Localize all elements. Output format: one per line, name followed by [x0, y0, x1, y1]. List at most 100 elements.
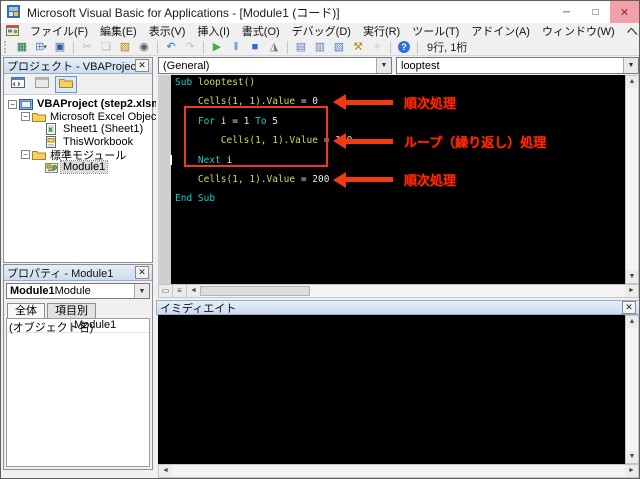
- tree-item-vbaproject[interactable]: − VBAProject (step2.xlsm): [4, 98, 165, 111]
- properties-panel-close-icon[interactable]: ✕: [135, 266, 149, 279]
- scroll-left-icon[interactable]: [159, 465, 172, 477]
- maximize-button[interactable]: □: [581, 1, 610, 23]
- collapse-expander-icon[interactable]: −: [21, 150, 30, 160]
- properties-panel: プロパティ - Module1 ✕ Module1 Module ▼ 全体 項目別…: [3, 264, 153, 470]
- find-button[interactable]: ◉: [135, 40, 153, 55]
- scroll-down-icon[interactable]: [626, 271, 638, 283]
- object-browser-button[interactable]: ▧: [330, 40, 348, 55]
- properties-panel-header: プロパティ - Module1 ✕: [4, 265, 152, 281]
- view-code-button[interactable]: [7, 76, 29, 93]
- msforms-button[interactable]: ✳: [368, 40, 386, 55]
- immediate-window[interactable]: [158, 315, 625, 464]
- toolbar-separator: [203, 40, 204, 54]
- run-icon: ▶: [212, 40, 222, 53]
- procedure-view-icon[interactable]: ▭: [159, 285, 173, 297]
- menu-item-8[interactable]: アドイン(A): [465, 22, 536, 40]
- break-button[interactable]: ‖: [227, 40, 245, 55]
- toolbar-separator: [417, 40, 418, 54]
- tree-item-module1[interactable]: Module1: [4, 160, 152, 175]
- help-button[interactable]: ?: [395, 40, 413, 55]
- menu-item-2[interactable]: 表示(V): [143, 22, 192, 40]
- run-button[interactable]: ▶: [208, 40, 226, 55]
- properties-window-button[interactable]: ▥: [311, 40, 329, 55]
- text-caret: [170, 155, 172, 165]
- project-panel-toolbar: [4, 74, 152, 95]
- close-button[interactable]: ✕: [610, 1, 639, 23]
- menu-item-1[interactable]: 編集(E): [94, 22, 143, 40]
- scroll-right-icon[interactable]: [625, 285, 638, 297]
- menu-item-3[interactable]: 挿入(I): [191, 22, 235, 40]
- immediate-horizontal-scrollbar[interactable]: [158, 464, 639, 478]
- collapse-expander-icon[interactable]: −: [21, 112, 30, 122]
- reset-icon: ■: [251, 40, 259, 53]
- immediate-panel-header: イミディエイト ✕: [156, 300, 639, 315]
- menu-item-6[interactable]: 実行(R): [357, 22, 406, 40]
- save-button[interactable]: ▣: [51, 40, 69, 55]
- immediate-panel-close-icon[interactable]: ✕: [622, 301, 636, 314]
- scrollbar-thumb[interactable]: [200, 286, 310, 296]
- insert-userform-dropdown-icon[interactable]: ▾: [43, 43, 47, 51]
- arrow-head-icon: [333, 171, 346, 188]
- code-line-11: Cells(1, 1).Value = 200: [197, 173, 330, 185]
- properties-tab-0[interactable]: 全体: [7, 303, 45, 318]
- view-excel-button[interactable]: ▦: [13, 40, 31, 55]
- scrollbar-track[interactable]: [310, 285, 625, 297]
- scroll-up-icon[interactable]: [626, 76, 638, 88]
- selected-object-name: Module1: [10, 285, 55, 297]
- tree-item-label: Sheet1 (Sheet1): [63, 123, 144, 136]
- toolbox-button[interactable]: ⚒: [349, 40, 367, 55]
- property-row: (オブジェクト名) Module1: [7, 319, 149, 334]
- collapse-expander-icon[interactable]: −: [8, 99, 17, 109]
- menu-item-0[interactable]: ファイル(F): [24, 22, 94, 40]
- tree-item-sheet1[interactable]: Sheet1 (Sheet1): [4, 123, 152, 136]
- project-tree: − VBAProject (step2.xlsm) − Microsoft Excel…: [4, 95, 165, 175]
- code-horizontal-scrollbar[interactable]: ▭ ≡: [158, 284, 639, 298]
- annotation-label: 順次処理: [404, 95, 457, 111]
- scrollbar-track[interactable]: [172, 465, 625, 477]
- full-module-view-icon[interactable]: ≡: [173, 285, 187, 297]
- scroll-left-icon[interactable]: [187, 285, 200, 297]
- properties-object-selector[interactable]: Module1 Module ▼: [6, 283, 150, 299]
- scroll-right-icon[interactable]: [625, 465, 638, 477]
- menu-item-7[interactable]: ツール(T): [406, 22, 465, 40]
- undo-button[interactable]: ↶: [162, 40, 180, 55]
- scroll-down-icon[interactable]: [626, 451, 638, 463]
- procedure-dropdown[interactable]: looptest ▼: [396, 57, 639, 74]
- object-dropdown[interactable]: (General) ▼: [158, 57, 392, 74]
- procedure-dropdown-arrow-icon[interactable]: ▼: [623, 58, 638, 73]
- reset-button[interactable]: ■: [246, 40, 264, 55]
- design-mode-button[interactable]: ◮: [265, 40, 283, 55]
- tree-item-modules-folder[interactable]: − 標準モジュール: [4, 148, 152, 162]
- tree-item-excel-objects[interactable]: − Microsoft Excel Objects: [4, 111, 165, 124]
- cut-button[interactable]: ✂: [78, 40, 96, 55]
- properties-selector-dropdown-icon[interactable]: ▼: [134, 284, 149, 298]
- menu-item-4[interactable]: 書式(O): [236, 22, 286, 40]
- annotation-arrow: ループ（繰り返し）処理: [333, 133, 546, 150]
- menu-item-10[interactable]: ヘルプ(H): [621, 22, 639, 40]
- code-editor[interactable]: Sub looptest() Cells(1, 1).Value = 0 For…: [158, 75, 625, 284]
- property-value[interactable]: Module1: [71, 319, 149, 332]
- properties-tab-1[interactable]: 項目別: [47, 303, 96, 318]
- toggle-folders-button[interactable]: [55, 75, 77, 93]
- selected-object-type: Module: [54, 285, 91, 297]
- redo-button[interactable]: ↷: [181, 40, 199, 55]
- tree-item-label: 標準モジュール: [50, 149, 127, 162]
- scroll-up-icon[interactable]: [626, 316, 638, 328]
- copy-button[interactable]: ❏: [97, 40, 115, 55]
- minimize-button[interactable]: ─: [552, 1, 581, 23]
- code-vertical-scrollbar[interactable]: [625, 75, 639, 284]
- standard-toolbar: ▦ ⊞ ▾ ▣ ✂ ❏ ▨ ◉ ↶ ↷ ▶ ‖ ■ ◮ ▤ ▥ ▧ ⚒ ✳? 9行, 1桁: [1, 39, 639, 56]
- object-dropdown-arrow-icon[interactable]: ▼: [376, 58, 391, 73]
- code-window: (General) ▼ looptest ▼ Sub looptest() Ce…: [156, 56, 639, 478]
- project-explorer-button[interactable]: ▤: [292, 40, 310, 55]
- code-line-13: End Sub: [175, 193, 216, 205]
- project-panel-close-icon[interactable]: ✕: [135, 59, 149, 72]
- menu-item-9[interactable]: ウィンドウ(W): [536, 22, 621, 40]
- toggle-folders-icon: [59, 75, 73, 93]
- insert-userform-button[interactable]: ⊞ ▾: [32, 40, 50, 55]
- view-object-button[interactable]: [31, 76, 53, 93]
- immediate-vertical-scrollbar[interactable]: [625, 315, 639, 464]
- menu-item-5[interactable]: デバッグ(D): [286, 22, 357, 40]
- paste-button[interactable]: ▨: [116, 40, 134, 55]
- code-margin-bar: [158, 75, 171, 284]
